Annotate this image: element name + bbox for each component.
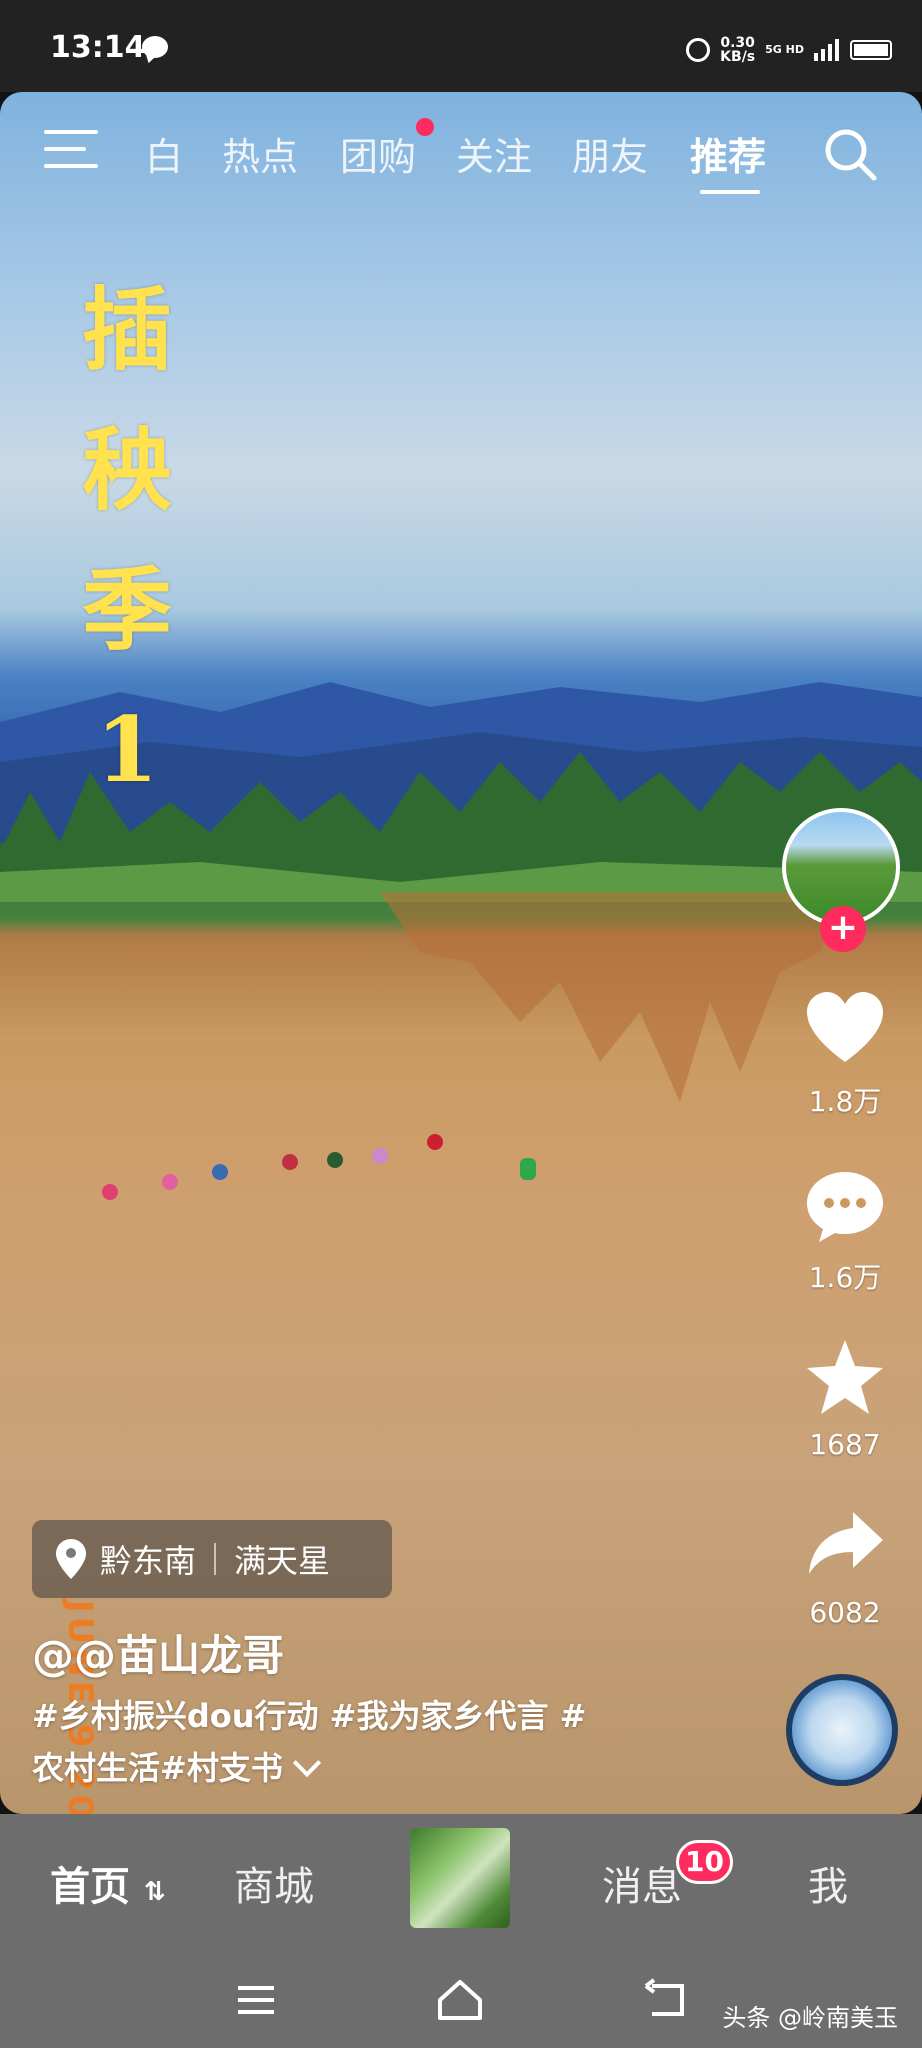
network-type: 5G HD xyxy=(765,43,804,56)
author-name[interactable]: @@苗山龙哥 xyxy=(32,1622,284,1683)
location-pin-icon xyxy=(56,1539,86,1579)
tab-friends[interactable]: 朋友 xyxy=(572,126,648,181)
watermark: 头条 @岭南美玉 xyxy=(722,2004,898,2032)
comment-button[interactable]: 1.6万 xyxy=(782,1166,908,1296)
network-speed-value: 0.30 xyxy=(720,35,755,51)
music-disc-icon[interactable] xyxy=(786,1674,898,1786)
tab-messages[interactable]: 消息 xyxy=(602,1854,682,1912)
status-bar: 13:14 0.30 KB/s 5G HD xyxy=(0,0,922,92)
star-icon xyxy=(807,1340,883,1414)
tab-groupbuy[interactable]: 团购 xyxy=(340,126,416,181)
comment-count: 1.6万 xyxy=(808,1261,882,1294)
follow-plus-icon[interactable]: + xyxy=(820,906,866,952)
location-tag[interactable]: 黔东南 满天星 xyxy=(32,1520,392,1598)
tab-partial[interactable]: 白 xyxy=(145,126,183,181)
share-count: 6082 xyxy=(809,1596,881,1629)
back-icon[interactable] xyxy=(640,1974,692,2026)
tab-recommend[interactable]: 推荐 xyxy=(690,126,766,181)
overlay-char-2: 秧 xyxy=(82,417,172,523)
refresh-arrows-icon: ⇅ xyxy=(143,1877,166,1907)
location-place: 黔东南 xyxy=(100,1542,197,1580)
tab-hot[interactable]: 热点 xyxy=(222,126,298,181)
overlay-char-4: 1 xyxy=(95,697,159,803)
menu-icon[interactable] xyxy=(44,130,98,174)
caption-line-1: #乡村振兴dou行动 #我为家乡代言 # xyxy=(32,1697,587,1735)
groupbuy-notification-dot xyxy=(416,118,434,136)
favorite-button[interactable]: 1687 xyxy=(782,1338,908,1461)
like-count: 1.8万 xyxy=(808,1085,882,1118)
water-reflection xyxy=(380,892,840,1102)
tab-home-label: 首页 xyxy=(50,1864,130,1910)
search-icon[interactable] xyxy=(822,126,878,182)
top-navigation: 白 热点 团购 关注 朋友 推荐 xyxy=(0,118,922,208)
overlay-char-1: 插 xyxy=(82,277,172,383)
status-time: 13:14 xyxy=(50,30,146,65)
like-button[interactable]: 1.8万 xyxy=(782,990,908,1120)
expand-caption-icon[interactable] xyxy=(292,1748,321,1778)
tab-me[interactable]: 我 xyxy=(808,1854,848,1912)
signal-icon xyxy=(814,39,839,61)
favorite-count: 1687 xyxy=(809,1428,881,1461)
network-speed: 0.30 KB/s xyxy=(720,36,755,64)
alarm-icon xyxy=(686,38,711,62)
overlay-char-3: 季 xyxy=(82,557,172,663)
active-tab-underline xyxy=(700,190,760,194)
heart-icon xyxy=(807,992,883,1062)
video-caption[interactable]: #乡村振兴dou行动 #我为家乡代言 # 农村生活#村支书 xyxy=(32,1690,682,1794)
create-post-thumbnail[interactable] xyxy=(410,1828,510,1928)
tab-home[interactable]: 首页 ⇅ xyxy=(50,1854,166,1912)
recent-apps-icon[interactable] xyxy=(230,1974,282,2026)
location-divider xyxy=(214,1543,217,1575)
network-speed-unit: KB/s xyxy=(720,49,756,65)
tab-mall[interactable]: 商城 xyxy=(234,1854,314,1912)
tab-following[interactable]: 关注 xyxy=(456,126,532,181)
chat-notification-icon xyxy=(142,36,168,58)
share-button[interactable]: 6082 xyxy=(782,1506,908,1629)
messages-badge: 10 xyxy=(676,1840,733,1884)
caption-line-2: 农村生活#村支书 xyxy=(32,1749,283,1787)
home-icon[interactable] xyxy=(434,1974,486,2026)
share-arrow-icon xyxy=(809,1512,883,1574)
farmers-planting xyxy=(102,1134,536,1200)
comment-icon xyxy=(807,1172,883,1242)
battery-icon xyxy=(850,40,892,60)
video-overlay-title: 插 秧 季 1 xyxy=(62,260,192,820)
status-indicators: 0.30 KB/s 5G HD xyxy=(686,30,892,70)
location-subtag: 满天星 xyxy=(234,1542,331,1580)
